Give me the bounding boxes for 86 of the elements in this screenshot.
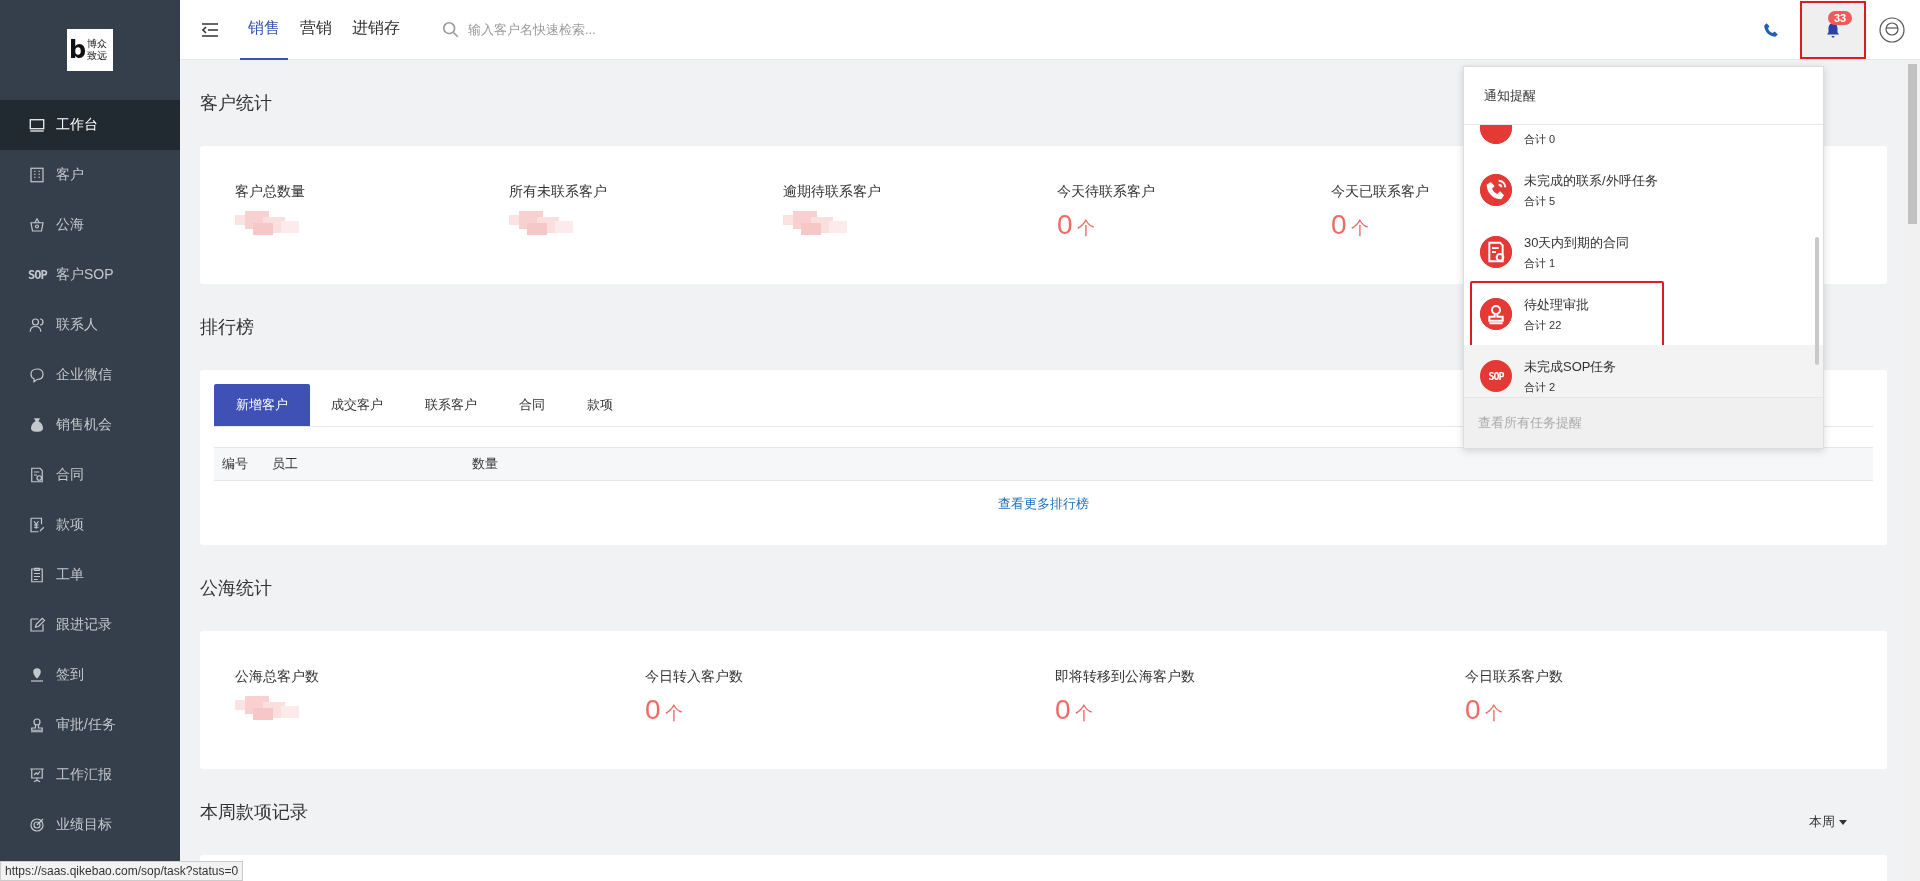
sidebar-item[interactable]: 合同 (0, 450, 180, 500)
sidebar-item[interactable]: 工单 (0, 550, 180, 600)
menu-item-icon (28, 466, 46, 484)
sidebar-item[interactable]: 签到 (0, 650, 180, 700)
contract-icon (1480, 236, 1512, 268)
section-title: 排行榜 (200, 316, 254, 339)
notification-item[interactable]: SOP 未完成SOP任务 合计 2 (1464, 345, 1823, 397)
notification-count: 合计 0 (1524, 131, 1556, 147)
menu-item-icon (28, 116, 46, 134)
phone-icon[interactable] (1762, 20, 1780, 39)
search-icon (442, 20, 460, 39)
sidebar-item[interactable]: 联系人 (0, 300, 180, 350)
ranking-tab[interactable]: 合同 (498, 384, 566, 426)
menu-item-icon (28, 366, 46, 384)
stamp-icon (1480, 298, 1512, 330)
sidebar-item[interactable]: 企业微信 (0, 350, 180, 400)
sidebar-item[interactable]: 跟进记录 (0, 600, 180, 650)
panel-title: 通知提醒 (1464, 67, 1823, 125)
caret-icon (1839, 819, 1847, 825)
sidebar-item[interactable]: 工作汇报 (0, 750, 180, 800)
notification-title: 30天内到期的合同 (1524, 233, 1630, 250)
sidebar-item[interactable]: SOP 客户SOP (0, 250, 180, 300)
menu-item-icon (28, 616, 46, 634)
menu-item-icon (28, 666, 46, 684)
column-header: 编号 (222, 455, 249, 473)
notification-title: 未完成SOP任务 (1524, 357, 1617, 374)
scrollbar-thumb[interactable] (1908, 64, 1917, 224)
status-bar-url: https://saas.qikebao.com/sop/task?status=0 (0, 861, 244, 881)
stat-value: 0 个 (1057, 209, 1095, 242)
avatar-icon[interactable] (1879, 16, 1905, 43)
stat-label: 今日联系客户数 (1465, 668, 1563, 686)
notification-count: 合计 1 (1524, 255, 1557, 271)
menu-item-icon (28, 416, 46, 434)
notification-count: 合计 5 (1524, 193, 1557, 209)
notification-count: 合计 2 (1524, 379, 1557, 395)
phone-icon (1480, 174, 1512, 206)
section-title: 客户统计 (200, 92, 272, 115)
nav-tab[interactable]: 销售 (240, 0, 288, 60)
notification-item[interactable]: 未完成的联系/外呼任务 合计 5 (1464, 159, 1823, 221)
menu-item-icon (28, 716, 46, 734)
stat-label: 今日转入客户数 (645, 668, 743, 686)
notification-count: 合计 22 (1524, 317, 1563, 333)
stat-value: 0 个 (1055, 694, 1093, 727)
notification-item[interactable]: 合计 0 (1464, 125, 1823, 159)
ranking-tab[interactable]: 款项 (566, 384, 634, 426)
section-title: 本周款项记录 (200, 801, 308, 824)
stat-value: 0 个 (645, 694, 683, 727)
menu-item-icon (28, 166, 46, 184)
notification-title: 待处理审批 (1524, 295, 1589, 312)
stat-label: 所有未联系客户 (509, 183, 607, 201)
nav-tab[interactable]: 营销 (292, 0, 340, 60)
ranking-tab[interactable]: 成交客户 (310, 384, 404, 426)
menu-item-icon (28, 566, 46, 584)
stat-label: 客户总数量 (235, 183, 305, 201)
sidebar-item[interactable]: 款项 (0, 500, 180, 550)
sidebar-item[interactable]: 工作台 (0, 100, 180, 150)
sidebar-item[interactable]: 客户 (0, 150, 180, 200)
stat-value: 0 个 (1331, 209, 1369, 242)
section-title: 公海统计 (200, 577, 272, 600)
ranking-tab[interactable]: 新增客户 (214, 384, 310, 426)
stat-label: 公海总客户数 (235, 668, 319, 686)
menu-item-icon (28, 516, 46, 534)
stat-label: 逾期待联系客户 (783, 183, 881, 201)
notification-title: 未完成的联系/外呼任务 (1524, 171, 1658, 188)
sidebar-item[interactable]: 审批/任务 (0, 700, 180, 750)
sop-icon: SOP (1480, 360, 1512, 392)
menu-item-icon (28, 316, 46, 334)
stat-label: 即将转移到公海客户数 (1055, 668, 1195, 686)
sop-icon: SOP (28, 268, 46, 282)
menu-item-icon (28, 766, 46, 784)
menu-item-icon (28, 816, 46, 834)
more-rankings-link[interactable]: 查看更多排行榜 (998, 495, 1089, 513)
sidebar-item[interactable]: 销售机会 (0, 400, 180, 450)
column-header: 员工 (272, 455, 299, 473)
column-header: 数量 (472, 455, 499, 473)
nav-tab[interactable]: 进销存 (344, 0, 408, 60)
menu-item-icon (28, 216, 46, 234)
period-dropdown[interactable]: 本周 (1809, 813, 1847, 831)
stat-label: 今天待联系客户 (1057, 183, 1155, 201)
sidebar-item[interactable]: 业绩目标 (0, 800, 180, 850)
sidebar-item[interactable]: 公海 (0, 200, 180, 250)
stat-value: 0 个 (1465, 694, 1503, 727)
notification-item[interactable]: 30天内到期的合同 合计 1 (1464, 221, 1823, 283)
ranking-tab[interactable]: 联系客户 (404, 384, 498, 426)
notification-count: 33 (1828, 10, 1853, 25)
stat-label: 今天已联系客户 (1331, 183, 1429, 201)
